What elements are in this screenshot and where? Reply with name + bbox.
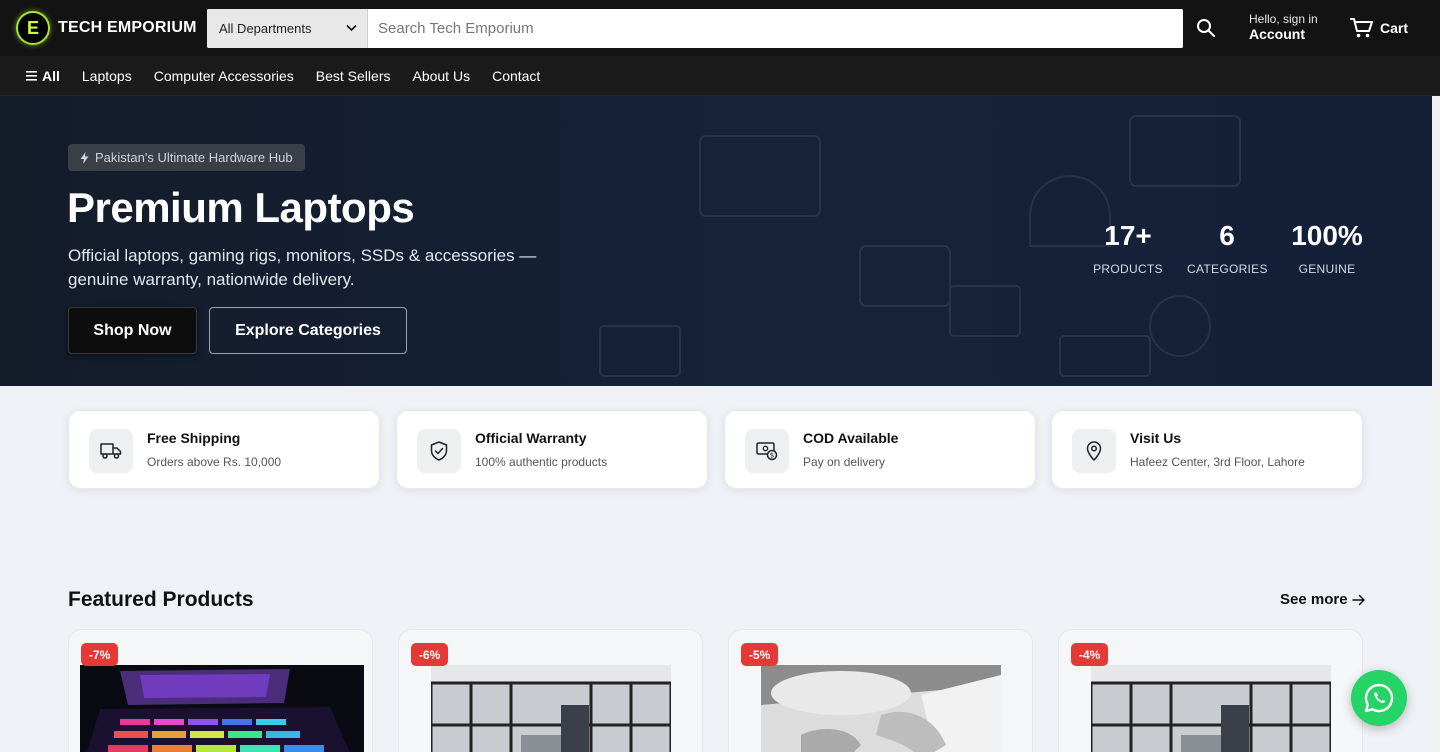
shop-now-button[interactable]: Shop Now xyxy=(68,307,197,354)
feature-title: Official Warranty xyxy=(475,430,587,446)
hero-title: Premium Laptops xyxy=(67,184,415,231)
feature-card-visit-us: Visit Us Hafeez Center, 3rd Floor, Lahor… xyxy=(1051,410,1363,489)
hero-badge-text: Pakistan's Ultimate Hardware Hub xyxy=(95,150,293,165)
whatsapp-icon xyxy=(1364,683,1394,713)
nav-link-laptops[interactable]: Laptops xyxy=(82,68,132,84)
hero-badge: Pakistan's Ultimate Hardware Hub xyxy=(68,144,305,171)
discount-badge: -4% xyxy=(1071,643,1109,666)
logo-text: TECH EMPORIUM xyxy=(58,19,197,36)
logo[interactable]: E TECH EMPORIUM xyxy=(16,11,197,45)
account-menu[interactable]: Hello, sign in Account xyxy=(1249,12,1318,43)
hero-subtitle: Official laptops, gaming rigs, monitors,… xyxy=(68,246,537,289)
search-bar: All Departments xyxy=(207,9,1183,48)
nav-link-about-us[interactable]: About Us xyxy=(412,68,470,84)
product-card[interactable]: -5% xyxy=(728,629,1033,752)
feature-subtitle: 100% authentic products xyxy=(475,455,608,469)
stat-label: CATEGORIES xyxy=(1187,262,1268,276)
see-more-link[interactable]: See more xyxy=(1280,591,1366,608)
top-header: E TECH EMPORIUM All Departments Hello, s… xyxy=(0,0,1440,56)
search-button[interactable] xyxy=(1188,12,1224,44)
feature-card-free-shipping: Free Shipping Orders above Rs. 10,000 xyxy=(68,410,380,489)
feature-subtitle: Hafeez Center, 3rd Floor, Lahore xyxy=(1130,455,1305,469)
account-greeting: Hello, sign in xyxy=(1249,12,1318,26)
product-card[interactable]: -6% xyxy=(398,629,703,752)
nav-link-best-sellers[interactable]: Best Sellers xyxy=(316,68,391,84)
svg-text:$: $ xyxy=(770,452,774,460)
search-input[interactable] xyxy=(368,9,1183,48)
stat-value: 17+ xyxy=(1104,220,1152,251)
nav-link-computer-accessories[interactable]: Computer Accessories xyxy=(154,68,294,84)
cart-button[interactable]: Cart xyxy=(1350,17,1408,39)
feature-card-cod-available: $ COD Available Pay on delivery xyxy=(724,410,1036,489)
stat-value: 6 xyxy=(1219,220,1235,251)
product-image-gaming-laptop xyxy=(80,665,364,752)
hamburger-icon xyxy=(26,70,37,81)
department-select[interactable]: All Departments xyxy=(207,9,368,48)
feature-title: Visit Us xyxy=(1130,430,1182,446)
search-icon xyxy=(1197,19,1215,37)
cart-icon xyxy=(1350,18,1373,38)
feature-subtitle: Pay on delivery xyxy=(803,455,886,469)
discount-badge: -5% xyxy=(741,643,779,666)
product-card[interactable]: -7% xyxy=(68,629,373,752)
category-nav: All Laptops Computer Accessories Best Se… xyxy=(0,56,1440,96)
feature-subtitle: Orders above Rs. 10,000 xyxy=(147,455,282,469)
discount-badge: -7% xyxy=(81,643,119,666)
page-scrollbar[interactable] xyxy=(1432,96,1440,752)
chevron-down-icon xyxy=(346,23,357,35)
discount-badge: -6% xyxy=(411,643,449,666)
stat-categories: 6 CATEGORIES xyxy=(1187,220,1267,276)
nav-all-label: All xyxy=(42,67,60,84)
product-image-office xyxy=(431,665,671,752)
logo-icon: E xyxy=(16,11,50,45)
see-more-label: See more xyxy=(1280,591,1348,608)
hero-banner: Pakistan's Ultimate Hardware Hub Premium… xyxy=(0,96,1432,386)
map-pin-icon xyxy=(1072,429,1116,473)
stat-products: 17+ PRODUCTS xyxy=(1093,220,1163,276)
feature-title: COD Available xyxy=(803,430,899,446)
shield-check-icon xyxy=(417,429,461,473)
product-card[interactable]: -4% xyxy=(1058,629,1363,752)
truck-icon xyxy=(89,429,133,473)
whatsapp-chat-button[interactable] xyxy=(1351,670,1407,726)
featured-products-heading: Featured Products xyxy=(68,588,254,611)
feature-card-official-warranty: Official Warranty 100% authentic product… xyxy=(396,410,708,489)
department-select-value: All Departments xyxy=(219,21,312,36)
product-image-office xyxy=(1091,665,1331,752)
stat-label: PRODUCTS xyxy=(1093,262,1163,276)
explore-categories-button[interactable]: Explore Categories xyxy=(209,307,407,354)
cash-icon: $ xyxy=(745,429,789,473)
stat-genuine: 100% GENUINE xyxy=(1290,220,1364,276)
cart-label: Cart xyxy=(1380,20,1409,36)
nav-link-contact[interactable]: Contact xyxy=(492,68,540,84)
stat-label: GENUINE xyxy=(1298,262,1356,276)
arrow-right-icon xyxy=(1351,594,1365,605)
account-label: Account xyxy=(1249,26,1305,43)
stat-value: 100% xyxy=(1291,220,1363,251)
feature-title: Free Shipping xyxy=(147,430,241,446)
nav-all-menu[interactable]: All xyxy=(26,68,60,84)
lightning-icon xyxy=(80,151,89,164)
product-image-hands-writing xyxy=(761,665,1001,752)
